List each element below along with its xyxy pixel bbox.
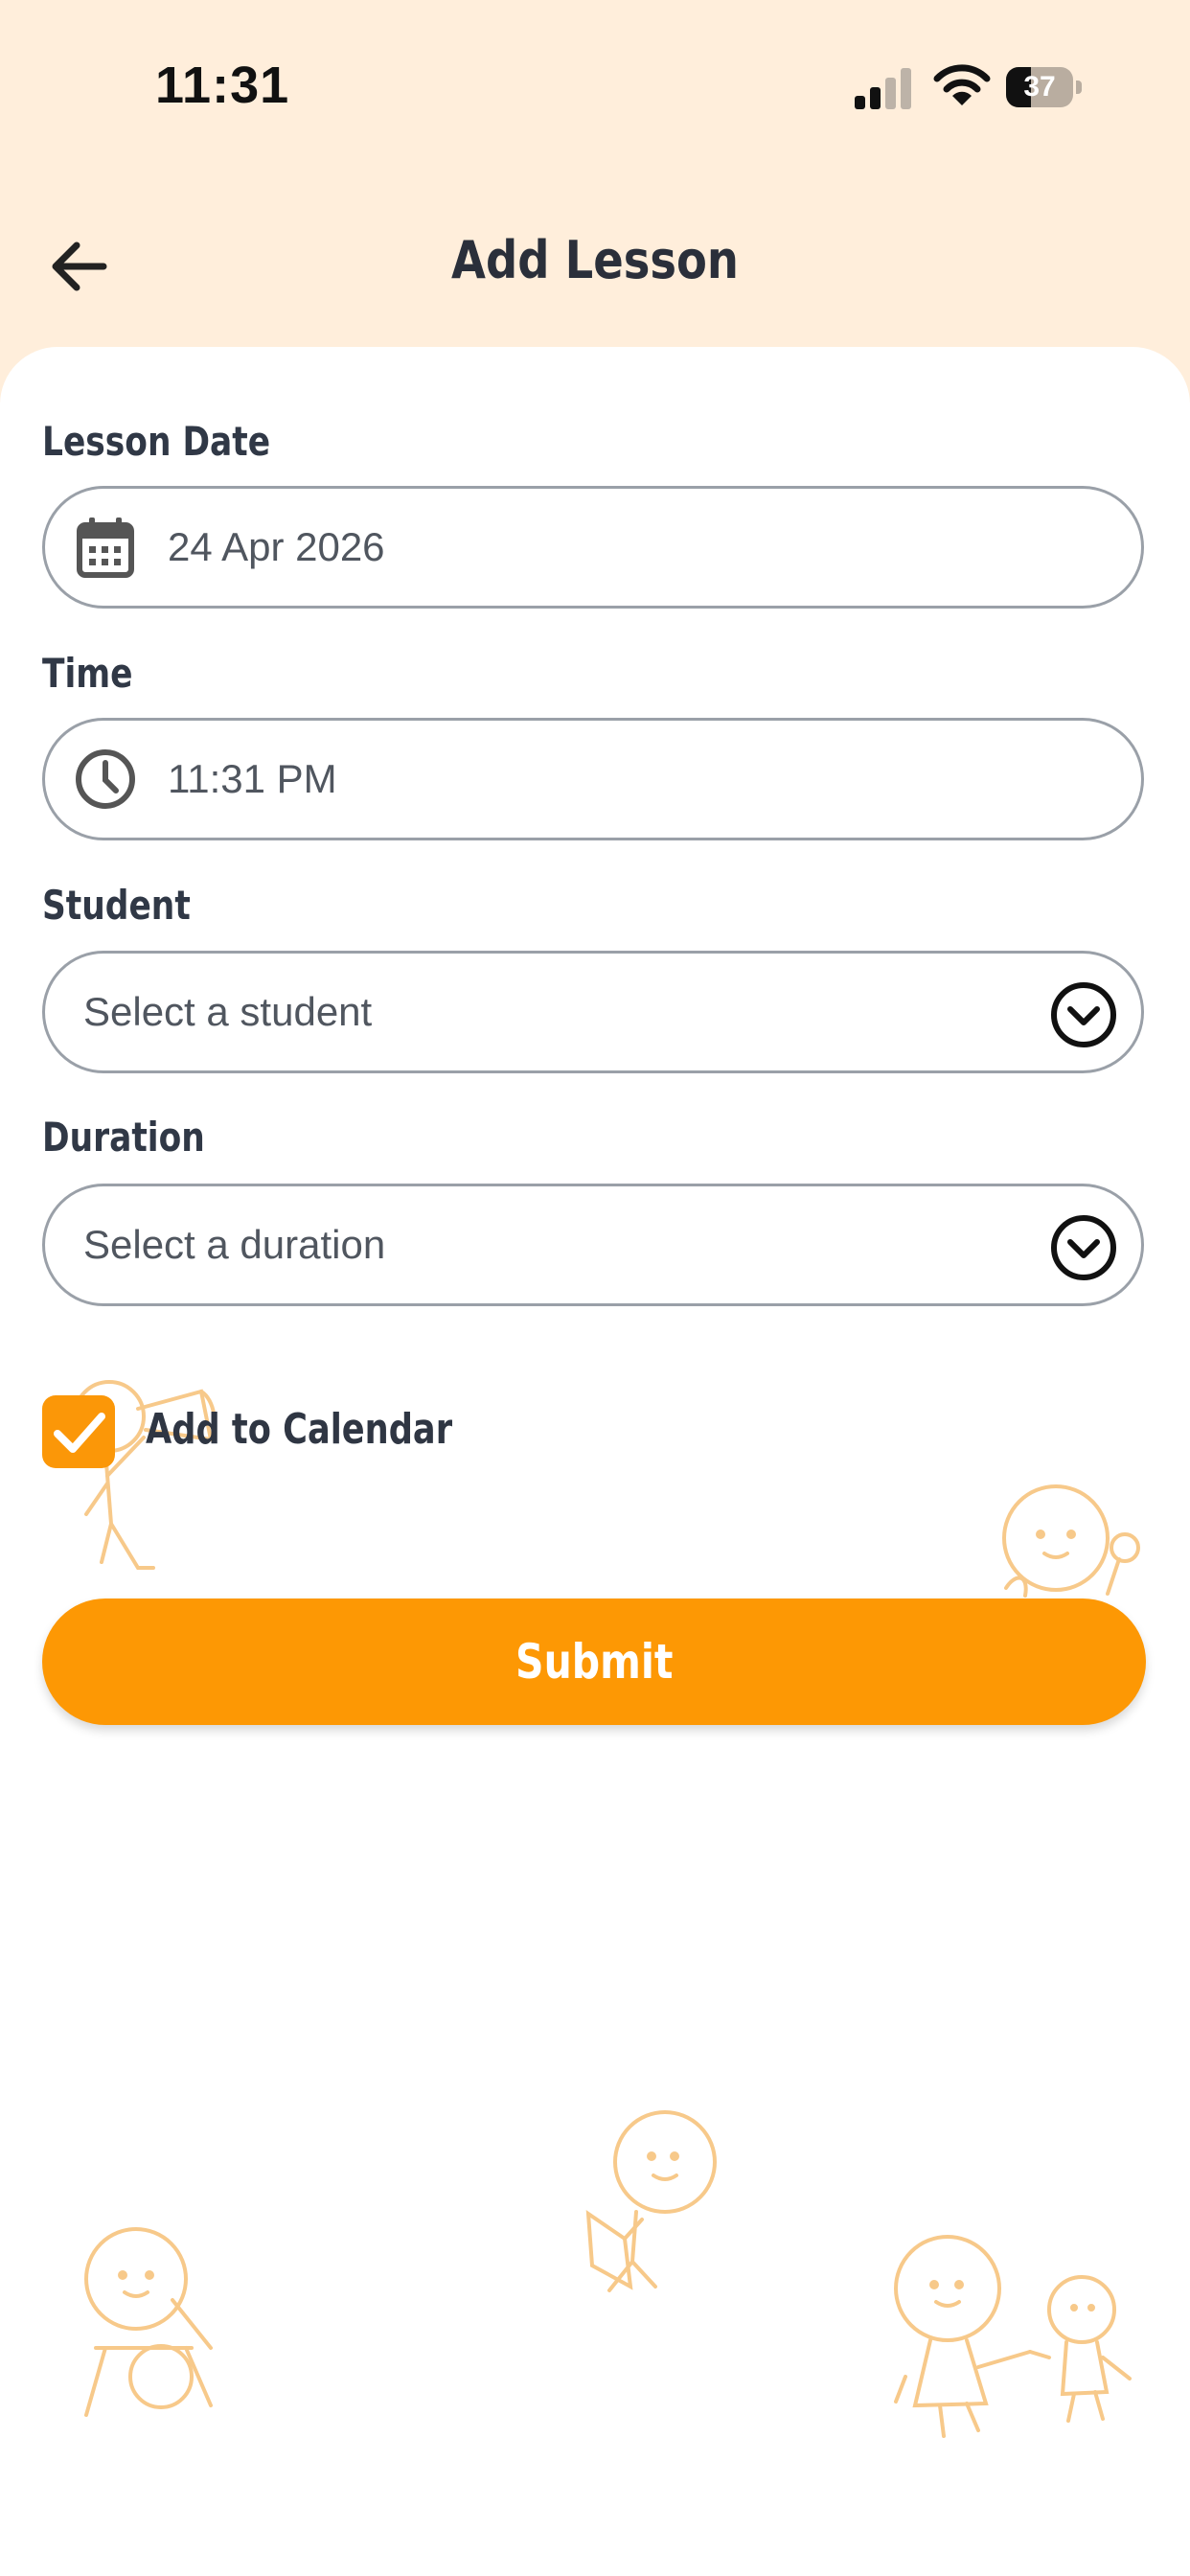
add-to-calendar-label: Add to Calendar [146, 1405, 453, 1454]
student-label: Student [42, 882, 191, 929]
maraca-kid-doodle-icon [1002, 1484, 1140, 1598]
duration-label: Duration [42, 1114, 205, 1161]
time-value: 11:31 PM [168, 756, 337, 801]
lesson-date-label: Lesson Date [42, 418, 271, 465]
battery-icon: 37 [1006, 67, 1083, 109]
add-to-calendar-checkbox[interactable] [42, 1395, 115, 1468]
chevron-down-circle-icon[interactable] [1049, 1213, 1118, 1282]
lesson-date-field[interactable]: 24 Apr 2026 [42, 486, 1144, 609]
duration-select[interactable]: Select a duration [42, 1184, 1144, 1306]
submit-button[interactable]: Submit [42, 1598, 1146, 1725]
wifi-icon [933, 64, 991, 105]
time-label: Time [42, 650, 133, 697]
duration-placeholder: Select a duration [83, 1222, 386, 1267]
chevron-down-circle-icon[interactable] [1049, 980, 1118, 1049]
calendar-icon [77, 518, 134, 578]
time-field[interactable]: 11:31 PM [42, 718, 1144, 840]
battery-level: 37 [1023, 71, 1056, 103]
checkmark-icon [54, 1413, 105, 1453]
lesson-date-value: 24 Apr 2026 [168, 524, 385, 569]
status-time: 11:31 [155, 57, 290, 114]
signal-icon [855, 68, 911, 109]
app-header: Add Lesson [0, 201, 1190, 326]
student-placeholder: Select a student [83, 989, 373, 1034]
status-bar: 11:31 37 [0, 0, 1190, 172]
submit-label: Submit [515, 1634, 674, 1690]
clock-icon [76, 749, 135, 809]
drummer-kid-doodle-icon [84, 2227, 213, 2417]
page-title: Add Lesson [451, 230, 739, 290]
student-select[interactable]: Select a student [42, 951, 1144, 1073]
reading-kid-doodle-icon [585, 2110, 717, 2292]
parent-child-doodle-icon [894, 2235, 1132, 2438]
